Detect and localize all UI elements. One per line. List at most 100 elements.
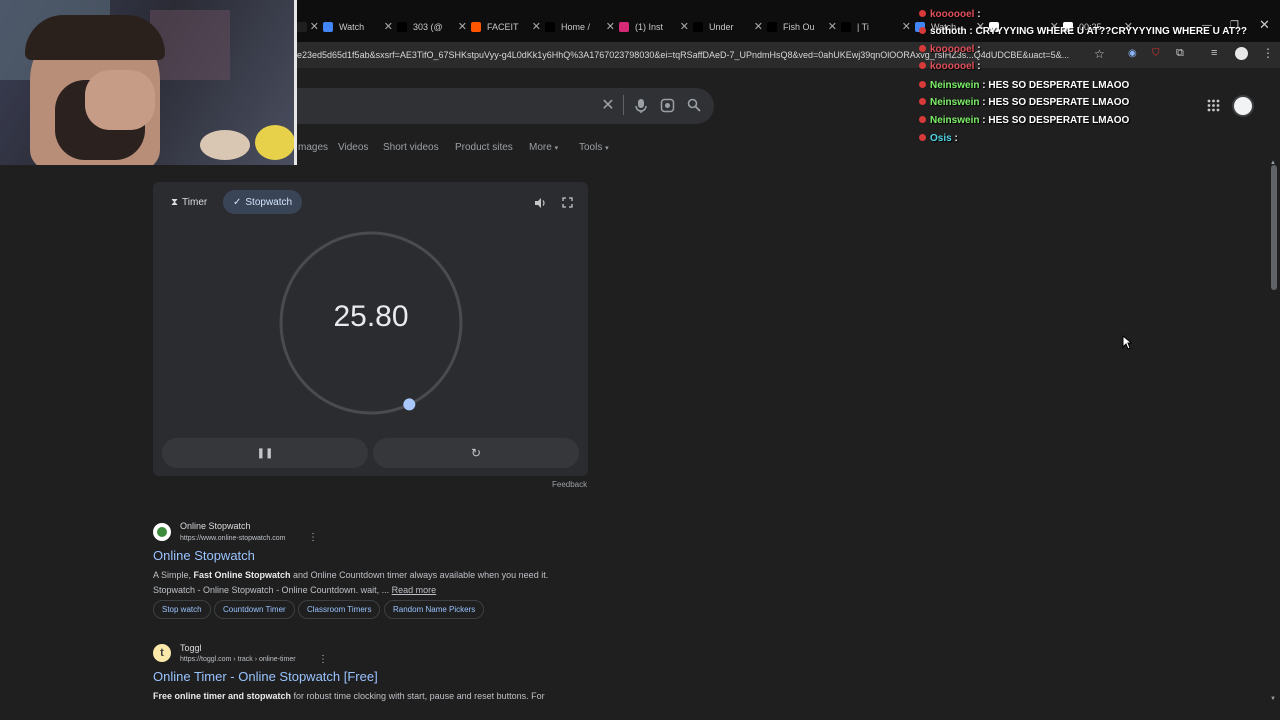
fullscreen-icon[interactable] [562,197,573,208]
chat-message: Neinswein : HES SO DESPERATE LMAOO [919,97,1129,108]
elapsed-time: 25.80 [333,300,409,333]
result-options-icon[interactable]: ⋮ [318,654,328,665]
result-site-name: Online Stopwatch [180,521,251,531]
result-snippet-2: Stopwatch - Online Stopwatch - Online Co… [153,585,437,595]
chat-message: koooooel : [919,44,981,55]
stopwatch-chip[interactable]: ✓ Stopwatch [223,190,303,214]
tab-label: Watch [339,22,365,32]
check-icon: ✓ [233,196,242,208]
extensions-puzzle-icon[interactable]: ⧉ [1176,47,1184,60]
chat-username: koooooel [930,61,975,72]
chat-message: Osis : [919,133,958,144]
tiktok-icon [767,22,777,32]
search-input[interactable] [290,88,714,124]
result-url: https://toggl.com › track › online-timer [180,656,296,663]
browser-tab[interactable]: Fish Ou ✕ [767,17,837,37]
result-site-name: Toggl [180,643,202,653]
account-avatar[interactable] [1232,95,1254,117]
chat-text: HES SO DESPERATE LMAOO [988,115,1130,126]
chat-message: Neinswein : HES SO DESPERATE LMAOO [919,80,1129,91]
extension-shield-icon[interactable]: ⛉ [1152,48,1160,59]
tiktok-icon [693,22,703,32]
voice-search-icon[interactable] [634,98,648,114]
lens-search-icon[interactable] [660,98,675,113]
chat-text: HES SO DESPERATE LMAOO [988,80,1130,91]
chat-badge-icon [919,27,926,34]
tab-images[interactable]: mages [298,142,328,153]
chat-username: Osis [930,133,952,144]
chat-badge-icon [919,134,926,141]
result-title-link[interactable]: Online Timer - Online Stopwatch [Free] [153,669,378,684]
sitelink-countdown-timer[interactable]: Countdown Timer [214,600,295,619]
chat-badge-icon [919,98,926,105]
chat-text: CRYYYYING WHERE U AT??CRYYYYING WHERE U … [975,26,1248,37]
close-tab-icon[interactable]: ✕ [384,20,393,33]
media-icon[interactable]: ◉ [1128,48,1137,59]
close-tab-icon[interactable]: ✕ [828,20,837,33]
chat-badge-icon [919,116,926,123]
chat-badge-icon [919,62,926,69]
sitelink-classroom-timers[interactable]: Classroom Timers [298,600,381,619]
bookmark-star-icon[interactable]: ☆ [1094,47,1105,61]
tab-icon [297,22,307,32]
chat-username: Neinswein [930,97,980,108]
x-icon [545,22,555,32]
tab-label: (1) Inst [635,22,664,32]
browser-tab[interactable]: (1) Inst ✕ [619,17,689,37]
close-tab-icon[interactable]: ✕ [680,20,689,33]
search-divider [623,95,624,115]
browser-tab[interactable]: | Ti ✕ [841,17,911,37]
timer-chip[interactable]: ⧗ Timer [161,190,217,214]
address-bar[interactable]: e23ed5d65d1f5ab&sxsrf=AE3TifO_67SHKstpuV… [297,44,1117,66]
close-tab-icon[interactable]: ✕ [458,20,467,33]
chevron-down-icon: ▾ [605,145,609,152]
browser-tab[interactable]: 303 (@ ✕ [397,17,467,37]
tab-product-sites[interactable]: Product sites [455,142,513,153]
result-title-link[interactable]: Online Stopwatch [153,548,255,563]
browser-tab[interactable]: ✕ [297,17,319,37]
reset-button[interactable]: ↻ [373,438,579,468]
media-controls-icon[interactable]: ≡ [1211,47,1217,59]
close-tab-icon[interactable]: ✕ [902,20,911,33]
search-icon[interactable] [687,98,701,112]
browser-tab[interactable]: Under ✕ [693,17,763,37]
page-scrollbar[interactable] [1271,165,1277,290]
chat-badge-icon [919,10,926,17]
progress-knob [403,398,416,411]
tab-short-videos[interactable]: Short videos [383,142,439,153]
chat-message: Neinswein : HES SO DESPERATE LMAOO [919,115,1129,126]
chat-message: koooooel : [919,9,981,20]
read-more-link[interactable]: Read more [392,585,437,595]
scroll-down-icon[interactable]: ▼ [1270,696,1276,702]
tab-more[interactable]: More ▾ [529,142,558,153]
tab-label: FACEIT [487,22,519,32]
pause-icon: ❚❚ [256,447,274,459]
stopwatch-label: Stopwatch [245,196,293,208]
close-tab-icon[interactable]: ✕ [606,20,615,33]
sitelink-stop-watch[interactable]: Stop watch [153,600,211,619]
reset-icon: ↻ [470,446,482,460]
timer-label: Timer [182,196,208,208]
close-tab-icon[interactable]: ✕ [310,20,319,33]
close-window-icon[interactable]: ✕ [1259,17,1270,33]
close-tab-icon[interactable]: ✕ [754,20,763,33]
browser-menu-icon[interactable]: ⋮ [1262,46,1274,60]
chat-username: Neinswein [930,115,980,126]
scroll-up-icon[interactable]: ▲ [1270,160,1276,166]
instagram-icon [619,22,629,32]
sitelink-random-name-pickers[interactable]: Random Name Pickers [384,600,485,619]
chat-username: koooooel [930,44,975,55]
close-tab-icon[interactable]: ✕ [532,20,541,33]
clear-search-icon[interactable]: ✕ [599,97,617,115]
browser-tab[interactable]: Home / ✕ [545,17,615,37]
tab-tools[interactable]: Tools ▾ [579,142,609,153]
result-options-icon[interactable]: ⋮ [308,532,318,543]
apps-grid-icon[interactable] [1207,99,1220,112]
feedback-link[interactable]: Feedback [552,480,587,489]
browser-tab[interactable]: FACEIT ✕ [471,17,541,37]
sound-icon[interactable] [534,197,547,209]
browser-tab[interactable]: Watch ✕ [323,17,393,37]
profile-avatar[interactable] [1235,47,1248,60]
tab-videos[interactable]: Videos [338,142,368,153]
pause-button[interactable]: ❚❚ [162,438,368,468]
